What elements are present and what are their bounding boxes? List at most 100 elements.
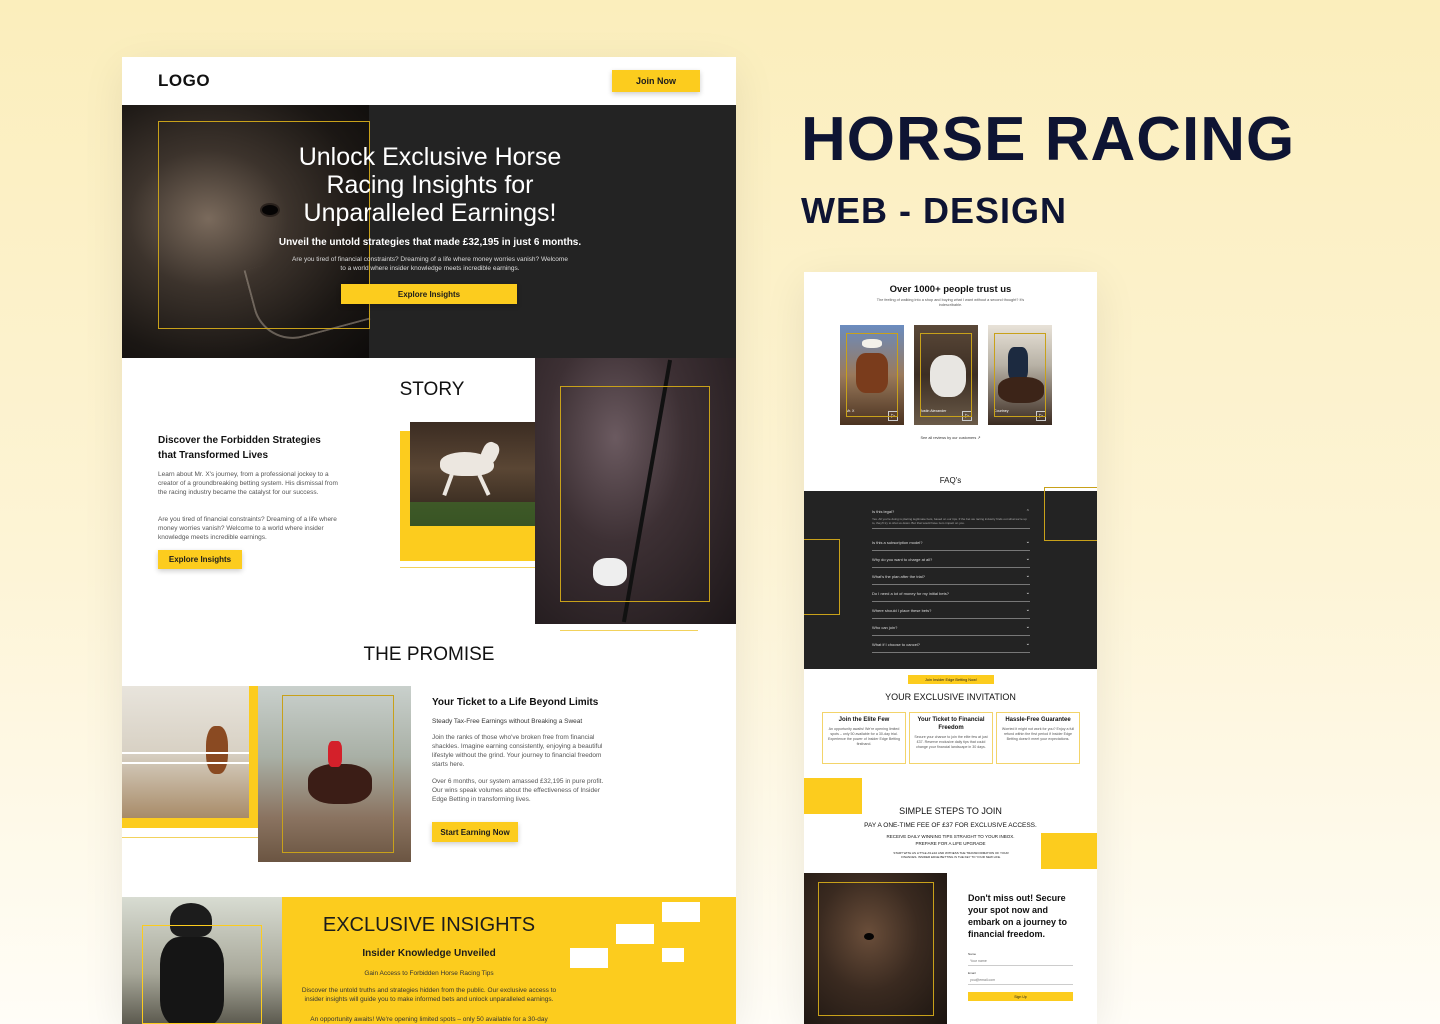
white-horse-image [410, 422, 536, 526]
exclusive-tagline: Gain Access to Forbidden Horse Racing Ti… [364, 970, 494, 977]
step-4: START WITH AS LITTLE AS £10 AND WITNESS … [893, 851, 1009, 859]
landing-page-mockup-continued: Over 1000+ people trust us The feeling o… [804, 272, 1097, 1024]
chevron-down-icon: ⌄ [1025, 590, 1030, 596]
faq-question: Is this a subscription model? [872, 539, 923, 545]
chevron-down-icon: ⌄ [1025, 607, 1030, 613]
faq-answer: Yes. All you're doing is placing legitim… [872, 517, 1027, 525]
card-title: Join the Elite Few [838, 717, 890, 723]
email-field[interactable] [968, 976, 1073, 985]
faq-item[interactable]: What if I choose to cancel? ⌄ [872, 636, 1030, 653]
card-title: Your Ticket to Financial Freedom [917, 717, 985, 731]
step-3: PREPARE FOR A LIFE UPGRADE [915, 841, 986, 846]
running-horse-image [122, 686, 249, 818]
exclusive-title: EXCLUSIVE INSIGHTS [322, 914, 536, 936]
chevron-down-icon: ⌄ [1025, 624, 1030, 630]
invitation-title: YOUR EXCLUSIVE INVITATION [885, 692, 1016, 702]
gold-frame [1044, 487, 1097, 541]
reviews-link-label: See all reviews by our customers [920, 436, 977, 440]
faq-question: What's the plan after the trial? [872, 573, 926, 579]
gold-frame [994, 333, 1046, 417]
story-title: STORY [399, 379, 465, 400]
chevron-down-icon: ⌄ [1025, 641, 1030, 647]
story-paragraph-1: Learn about Mr. X's journey, from a prof… [158, 471, 338, 496]
chevron-down-icon: ⌄ [1025, 539, 1030, 545]
gold-frame [282, 695, 394, 853]
promise-paragraph-2: Over 6 months, our system amassed £32,19… [432, 778, 604, 803]
invitation-card: Join the Elite Few An opportunity awaits… [822, 712, 906, 764]
white-block [616, 924, 654, 944]
trust-subtitle: The feeling of walking into a shop and b… [876, 298, 1025, 307]
card-text: Worried it might not work for you? Enjoy… [1001, 727, 1075, 741]
exclusive-paragraph-2: An opportunity awaits! We're opening lim… [310, 1016, 548, 1023]
card-text: Secure your chance to join the elite few… [914, 735, 988, 749]
faq-section: Is this legal? ⌃ Yes. All you're doing is… [804, 487, 1097, 669]
navbar: LOGO Join Now [122, 57, 736, 105]
faq-item-open[interactable]: Is this legal? ⌃ Yes. All you're doing is… [872, 509, 1030, 529]
steps-title: SIMPLE STEPS TO JOIN [899, 806, 1002, 816]
join-insider-edge-button[interactable]: Join Insider Edge Betting Now! [908, 675, 994, 684]
story-explore-button[interactable]: Explore Insights [158, 550, 242, 569]
arrow-icon: ↗ [977, 436, 981, 440]
promise-tagline: Steady Tax-Free Earnings without Breakin… [432, 718, 583, 725]
gold-frame [818, 882, 934, 1016]
landing-page-mockup: LOGO Join Now Unlock Exclusive Horse Rac… [122, 57, 736, 1024]
chevron-up-icon: ⌃ [1025, 509, 1030, 515]
chevron-down-icon: ⌄ [1025, 573, 1030, 579]
chevron-down-icon: ⌄ [1025, 556, 1030, 562]
white-block [662, 948, 684, 962]
gold-frame [920, 333, 972, 417]
exclusive-heading: Insider Knowledge Unveiled [362, 948, 496, 959]
name-field[interactable] [968, 957, 1073, 966]
white-block [570, 948, 608, 968]
presentation-title: HORSE RACING [801, 105, 1296, 174]
faq-question: Do I need a lot of money for my initial … [872, 590, 949, 596]
logo[interactable]: LOGO [158, 71, 210, 91]
reviews-link[interactable]: See all reviews by our customers ↗ [804, 435, 1097, 440]
divider-line [400, 567, 536, 568]
hero-description: Are you tired of financial constraints? … [292, 256, 568, 272]
gold-frame [804, 539, 840, 615]
white-block [662, 902, 700, 922]
invitation-card: Your Ticket to Financial Freedom Secure … [909, 712, 993, 764]
hero-subtitle: Unveil the untold strategies that made £… [278, 237, 582, 248]
exclusive-paragraph-1: Discover the untold truths and strategie… [301, 987, 557, 1003]
story-heading: Discover the Forbidden Strategies that T… [158, 435, 321, 461]
faq-item[interactable]: Who can join? ⌄ [872, 619, 1030, 636]
faq-question: Where should I place these bets? [872, 607, 932, 613]
trust-title: Over 1000+ people trust us [889, 284, 1012, 295]
start-earning-button[interactable]: Start Earning Now [432, 822, 518, 842]
divider-line [122, 837, 258, 838]
gold-frame [846, 333, 898, 417]
card-title: Hassle-Free Guarantee [1005, 717, 1071, 723]
signup-heading: Don't miss out! Secure your spot now and… [968, 893, 1068, 939]
explore-insights-button[interactable]: Explore Insights [341, 284, 517, 304]
faq-question: Who can join? [872, 624, 898, 630]
faq-question: Why do you want to charge at all? [872, 556, 933, 562]
faq-item[interactable]: What's the plan after the trial? ⌄ [872, 568, 1030, 585]
gold-frame [142, 925, 262, 1024]
invitation-card: Hassle-Free Guarantee Worried it might n… [996, 712, 1080, 764]
presentation-subtitle: WEB - DESIGN [801, 190, 1068, 231]
sign-up-button[interactable]: Sign Up [968, 992, 1073, 1001]
promise-title: THE PROMISE [363, 644, 495, 665]
promise-paragraph-1: Join the ranks of those who've broken fr… [432, 734, 603, 768]
gold-frame [560, 386, 710, 602]
join-now-button[interactable]: Join Now [612, 70, 700, 92]
hero-section: Unlock Exclusive Horse Racing Insights f… [122, 105, 736, 358]
email-label: Email [968, 971, 976, 975]
faq-item[interactable]: Is this a subscription model? ⌄ [872, 534, 1030, 551]
card-text: An opportunity awaits! We're opening lim… [827, 727, 901, 746]
faq-item[interactable]: Why do you want to charge at all? ⌄ [872, 551, 1030, 568]
faq-question: Is this legal? [872, 509, 895, 514]
divider-line [560, 630, 698, 631]
name-label: Name [968, 952, 977, 956]
hero-title: Unlock Exclusive Horse Racing Insights f… [298, 143, 562, 227]
promise-heading: Your Ticket to a Life Beyond Limits [432, 697, 599, 708]
story-paragraph-2: Are you tired of financial constraints? … [158, 516, 337, 541]
faq-title: FAQ's [939, 476, 962, 485]
faq-item[interactable]: Do I need a lot of money for my initial … [872, 585, 1030, 602]
step-1: PAY A ONE-TIME FEE OF £37 FOR EXCLUSIVE … [864, 822, 1037, 829]
faq-question: What if I choose to cancel? [872, 641, 921, 647]
faq-item[interactable]: Where should I place these bets? ⌄ [872, 602, 1030, 619]
step-2: RECEIVE DAILY WINNING TIPS STRAIGHT TO Y… [886, 834, 1015, 839]
